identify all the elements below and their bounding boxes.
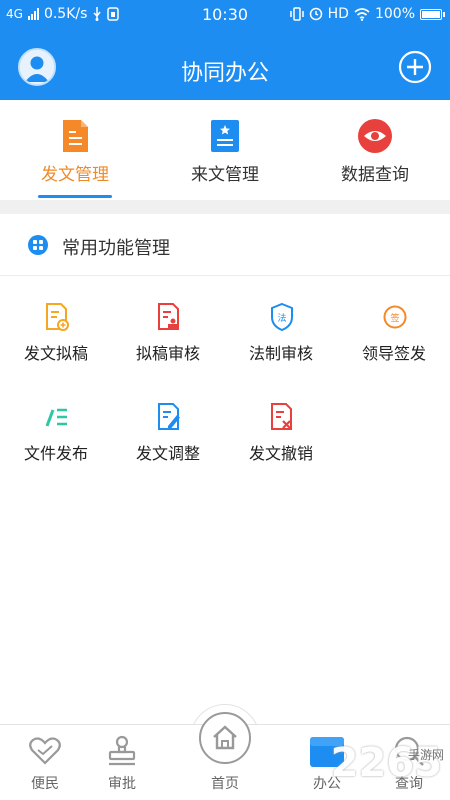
main-tabs: 发文管理 来文管理 数据查询 [0,100,450,200]
function-adjust[interactable]: 发文调整 [112,402,224,482]
function-label: 发文拟稿 [23,344,88,363]
divider [0,200,450,214]
nav-label: 审批 [108,776,136,792]
revoke-icon [271,403,292,430]
vibrate-icon [289,7,304,21]
nav-approval[interactable]: 审批 [77,725,167,800]
function-label: 发文调整 [135,444,200,463]
add-button[interactable] [398,50,432,84]
section-title: 常用功能管理 [62,238,170,259]
status-right: HD 100% [289,6,445,22]
battery-icon [420,8,445,20]
tab-data-query[interactable]: 数据查询 [300,100,450,200]
law-shield-icon: 法 [271,302,293,332]
function-draft[interactable]: 发文拟稿 [0,302,112,382]
nav-label: 首页 [211,776,239,792]
function-publish[interactable]: 文件发布 [0,402,112,482]
tab-incoming-docs[interactable]: 来文管理 [150,100,300,200]
top-bar: 4G 0.5K/s 10:30 HD 100% 协同办公 [0,0,450,100]
grid-icon [28,235,48,255]
home-button[interactable] [199,712,251,764]
stamp-icon [108,735,136,766]
section-header: 常用功能管理 [0,214,450,276]
tab-label: 数据查询 [341,165,409,185]
active-tab-indicator [38,195,112,198]
tab-label: 发文管理 [41,165,109,185]
publish-icon [45,408,67,427]
receive-document-icon [211,120,239,152]
function-draft-review[interactable]: 拟稿审核 [112,302,224,382]
svg-text:法: 法 [277,312,286,324]
function-label: 领导签发 [361,344,426,363]
function-revoke[interactable]: 发文撤销 [225,402,337,482]
function-leader-sign[interactable]: 签 领导签发 [338,302,450,382]
eye-icon [358,119,392,153]
battery-percent: 100% [374,6,415,22]
tab-label: 来文管理 [191,165,259,185]
function-label: 拟稿审核 [135,344,200,363]
function-legal-review[interactable]: 法 法制审核 [225,302,337,382]
status-bar: 4G 0.5K/s 10:30 HD 100% [0,0,450,30]
draft-icon [46,303,69,331]
function-label: 文件发布 [23,444,88,463]
hd-label: HD [327,6,349,22]
alarm-icon [309,7,322,21]
watermark-sub: 手游网 [407,748,444,762]
review-stamp-icon [158,303,179,330]
document-icon [63,120,88,152]
svg-text:签: 签 [390,312,399,324]
home-icon [213,725,237,750]
wifi-icon [354,7,370,21]
heart-icon [29,737,61,765]
page-title: 协同办公 [180,61,269,86]
edit-icon [158,403,180,430]
sign-icon: 签 [383,305,407,329]
function-label: 发文撤销 [248,444,313,463]
function-label: 法制审核 [248,344,313,363]
tab-outgoing-docs[interactable]: 发文管理 [0,100,150,200]
